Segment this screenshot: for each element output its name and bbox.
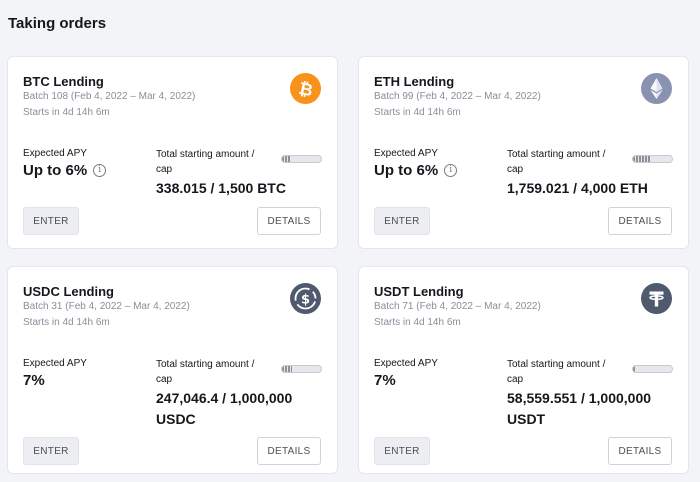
enter-button[interactable]: ENTER — [374, 437, 430, 465]
apy-label: Expected APY — [23, 358, 87, 369]
bitcoin-icon: ₿ — [290, 73, 321, 104]
enter-button[interactable]: ENTER — [23, 207, 79, 235]
enter-button[interactable]: ENTER — [374, 207, 430, 235]
cap-value: 338.015 / 1,500 BTC — [156, 180, 286, 196]
usdc-icon: $ — [290, 283, 321, 314]
cap-label: Total starting amount / cap — [507, 149, 606, 175]
cap-value: 1,759.021 / 4,000 ETH — [507, 180, 648, 196]
apy-value: 7% — [23, 372, 45, 389]
cap-progress-fill — [633, 366, 636, 372]
apy-value-text: 7% — [374, 372, 396, 389]
card-starts: Starts in 4d 14h 6m — [23, 107, 110, 118]
cap-progress-bar — [632, 155, 673, 163]
details-button[interactable]: DETAILS — [608, 207, 672, 235]
cap-progress-bar — [281, 365, 322, 373]
card-batch: Batch 108 (Feb 4, 2022 – Mar 4, 2022) — [23, 91, 196, 102]
card-title: USDC Lending — [23, 284, 114, 299]
section-title: Taking orders — [8, 15, 107, 32]
card-title: USDT Lending — [374, 284, 464, 299]
lending-card-eth: ETH Lending Batch 99 (Feb 4, 2022 – Mar … — [358, 56, 689, 249]
apy-value: 7% — [374, 372, 396, 389]
card-batch: Batch 99 (Feb 4, 2022 – Mar 4, 2022) — [374, 91, 541, 102]
apy-value: Up to 6% i — [23, 162, 107, 179]
apy-label: Expected APY — [23, 148, 87, 159]
enter-button[interactable]: ENTER — [23, 437, 79, 465]
info-icon[interactable]: i — [93, 164, 107, 177]
info-icon[interactable]: i — [444, 164, 458, 177]
apy-value-text: Up to 6% — [374, 162, 439, 179]
card-starts: Starts in 4d 14h 6m — [374, 317, 461, 328]
lending-card-btc: BTC Lending Batch 108 (Feb 4, 2022 – Mar… — [7, 56, 338, 249]
ethereum-icon — [641, 73, 672, 104]
details-button[interactable]: DETAILS — [257, 207, 321, 235]
card-batch: Batch 71 (Feb 4, 2022 – Mar 4, 2022) — [374, 301, 541, 312]
cap-value: 58,559.551 / 1,000,000 USDT — [507, 390, 652, 427]
cap-label: Total starting amount / cap — [156, 149, 255, 175]
lending-card-usdt: USDT Lending Batch 71 (Feb 4, 2022 – Mar… — [358, 266, 689, 474]
apy-value-text: 7% — [23, 372, 45, 389]
tether-icon — [641, 283, 672, 314]
cap-label: Total starting amount / cap — [507, 359, 606, 385]
details-button[interactable]: DETAILS — [257, 437, 321, 465]
lending-card-usdc: USDC Lending Batch 31 (Feb 4, 2022 – Mar… — [7, 266, 338, 474]
svg-text:$: $ — [301, 293, 310, 308]
cap-value: 247,046.4 / 1,000,000 USDC — [156, 390, 293, 427]
cap-progress-fill — [633, 156, 651, 162]
card-title: BTC Lending — [23, 74, 104, 89]
card-starts: Starts in 4d 14h 6m — [23, 317, 110, 328]
svg-text:₿: ₿ — [297, 79, 315, 101]
apy-label: Expected APY — [374, 358, 438, 369]
cap-progress-bar — [281, 155, 322, 163]
card-batch: Batch 31 (Feb 4, 2022 – Mar 4, 2022) — [23, 301, 190, 312]
cap-label: Total starting amount / cap — [156, 359, 255, 385]
apy-value: Up to 6% i — [374, 162, 458, 179]
details-button[interactable]: DETAILS — [608, 437, 672, 465]
cap-progress-fill — [282, 366, 292, 372]
card-title: ETH Lending — [374, 74, 455, 89]
apy-value-text: Up to 6% — [23, 162, 88, 179]
cap-progress-bar — [632, 365, 673, 373]
apy-label: Expected APY — [374, 148, 438, 159]
card-starts: Starts in 4d 14h 6m — [374, 107, 461, 118]
cap-progress-fill — [282, 156, 291, 162]
